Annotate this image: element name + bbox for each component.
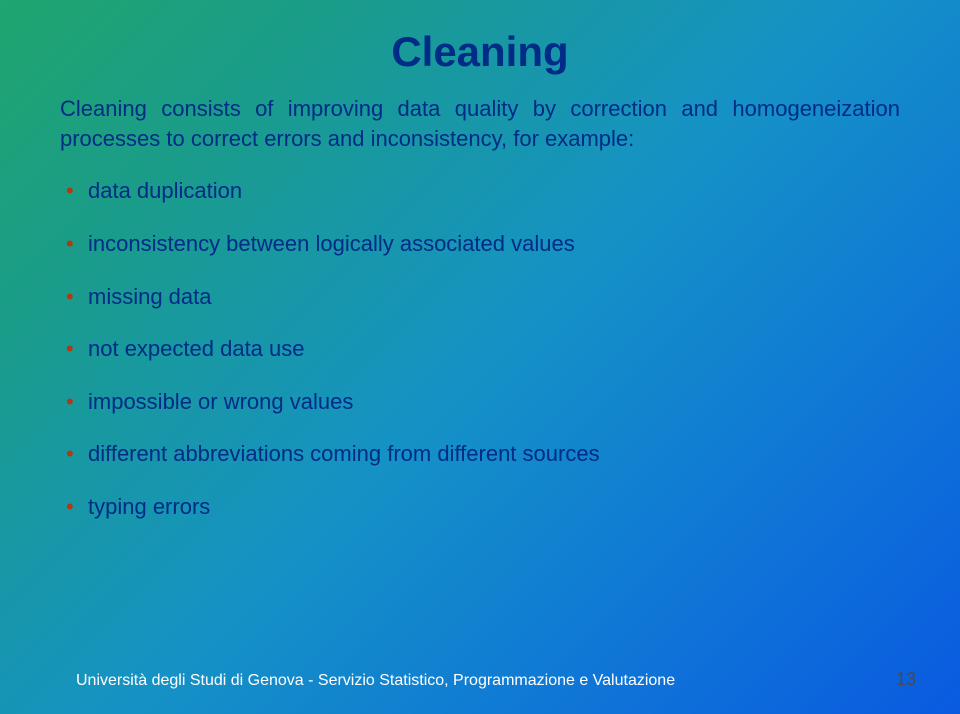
footer: Università degli Studi di Genova - Servi… <box>0 669 960 690</box>
list-item: not expected data use <box>64 335 900 364</box>
list-item: data duplication <box>64 177 900 206</box>
footer-text: Università degli Studi di Genova - Servi… <box>76 672 675 690</box>
list-item: impossible or wrong values <box>64 388 900 417</box>
slide: Cleaning Cleaning consists of improving … <box>0 0 960 714</box>
list-item: typing errors <box>64 493 900 522</box>
list-item: inconsistency between logically associat… <box>64 230 900 259</box>
intro-paragraph: Cleaning consists of improving data qual… <box>60 94 900 153</box>
slide-title: Cleaning <box>60 28 900 76</box>
bullet-list: data duplication inconsistency between l… <box>60 177 900 521</box>
list-item: different abbreviations coming from diff… <box>64 440 900 469</box>
page-number: 13 <box>896 669 920 690</box>
list-item: missing data <box>64 283 900 312</box>
